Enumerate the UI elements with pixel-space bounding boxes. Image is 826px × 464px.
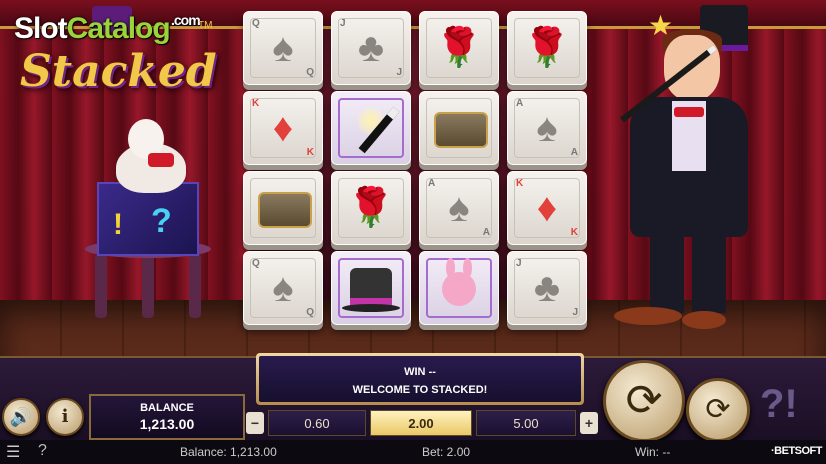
status-bar: ☰ ? Balance: 1,213.00 Bet: 2.00 Win: -- … — [0, 440, 826, 464]
help-graphic: ?! — [760, 382, 798, 426]
reel-symbol-tile: J J ♣ — [507, 251, 587, 325]
reel-symbol-tile: 🌹 — [331, 171, 411, 245]
stool-leg — [189, 254, 201, 318]
magician-shoe — [682, 311, 726, 329]
card-suit-icon: ♣ — [357, 26, 385, 70]
stool-leg — [95, 254, 107, 318]
watermark-suffix: .com — [171, 12, 201, 28]
reel-symbol-tile: K K ♦ — [243, 91, 323, 165]
spin-button[interactable]: ⟳ — [603, 360, 685, 442]
reel-symbol-tile: A A ♠ — [507, 91, 587, 165]
stool-leg — [142, 254, 154, 318]
help-icon[interactable]: ? — [38, 442, 47, 460]
magician-bowtie — [674, 107, 704, 117]
treasure-chest-icon — [434, 112, 488, 148]
card-suit-icon: ♠ — [448, 186, 470, 230]
reel-symbol-tile: Q Q ♠ — [243, 11, 323, 85]
reel-symbol-tile: A A ♠ — [419, 171, 499, 245]
autoplay-button[interactable]: ⟳ — [686, 378, 750, 442]
chicken-character — [108, 115, 190, 195]
win-line: WIN -- — [259, 356, 581, 378]
magician-shoe — [614, 307, 682, 325]
trademark: TM — [198, 20, 213, 31]
status-bet: Bet: 2.00 — [422, 445, 471, 459]
win-label: WIN — [404, 366, 426, 378]
card-suit-icon: ♦ — [272, 106, 294, 150]
reel-symbol-tile: 🌹 — [507, 11, 587, 85]
magician-legs — [650, 233, 726, 313]
reel-symbol-tile: 🌹 — [419, 11, 499, 85]
reel-symbol-tile — [419, 251, 499, 325]
reel-symbol-tile — [331, 251, 411, 325]
bet-option[interactable]: 0.60 — [268, 410, 366, 436]
bunny-icon — [442, 272, 476, 306]
rose-icon: 🌹 — [435, 27, 483, 69]
reel-symbol-tile: Q Q ♠ — [243, 251, 323, 325]
bet-decrease-button[interactable]: − — [246, 412, 264, 434]
win-panel-inner: WIN -- WELCOME TO STACKED! — [259, 356, 581, 402]
watermark: SlotCatalog .com — [14, 12, 201, 46]
bet-option[interactable]: 5.00 — [476, 410, 576, 436]
card-suit-icon: ♠ — [536, 106, 558, 150]
magician-character: ★ — [600, 5, 780, 340]
sound-button[interactable]: 🔊 — [2, 398, 40, 436]
card-suit-icon: ♠ — [272, 26, 294, 70]
card-suit-icon: ♠ — [272, 266, 294, 310]
balance-label: BALANCE — [140, 402, 194, 414]
rose-icon: 🌹 — [347, 187, 395, 229]
watermark-brand: Slot — [14, 12, 68, 45]
status-win: Win: -- — [635, 445, 671, 459]
menu-icon[interactable]: ☰ — [6, 442, 20, 462]
box-exclamation: ! — [113, 208, 123, 241]
win-panel: WIN -- WELCOME TO STACKED! — [256, 353, 584, 405]
box-question: ? — [151, 202, 172, 240]
balance-value: 1,213.00 — [139, 416, 195, 432]
info-button[interactable]: i — [46, 398, 84, 436]
card-suit-icon: ♣ — [533, 266, 561, 310]
bet-increase-button[interactable]: + — [580, 412, 598, 434]
game-logo: SlotCatalog .com Stacked TM — [8, 6, 238, 98]
game-title: Stacked — [20, 46, 217, 97]
top-hat-icon — [350, 268, 392, 306]
chicken-bow — [148, 153, 174, 167]
card-suit-icon: ♦ — [536, 186, 558, 230]
reel-symbol-tile — [419, 91, 499, 165]
reel-grid: Q Q ♠ J J ♣ 🌹 🌹 K K ♦ A A ♠ 🌹 A A ♠ K K ♦ Q Q ♠ J J ♣ — [243, 11, 587, 331]
balance-panel: BALANCE 1,213.00 — [89, 394, 245, 440]
win-value: -- — [428, 366, 436, 378]
provider-logo: ·BETSOFT — [771, 445, 823, 457]
reel-symbol-tile — [243, 171, 323, 245]
bet-selector: − 0.60 2.00 5.00 + — [246, 410, 600, 436]
bet-option[interactable]: 2.00 — [370, 410, 472, 436]
treasure-chest-icon — [258, 192, 312, 228]
rose-icon: 🌹 — [523, 27, 571, 69]
game-stage: SlotCatalog .com Stacked TM ! ? ★ Q Q ♠ J J ♣ 🌹… — [0, 0, 826, 464]
top-hat-brim — [342, 304, 400, 312]
welcome-message: WELCOME TO STACKED! — [352, 384, 488, 396]
status-balance: Balance: 1,213.00 — [180, 445, 277, 459]
watermark-brand-accent: Catalog — [66, 12, 171, 45]
reel-symbol-tile — [331, 91, 411, 165]
reel-symbol-tile: J J ♣ — [331, 11, 411, 85]
reel-symbol-tile: K K ♦ — [507, 171, 587, 245]
